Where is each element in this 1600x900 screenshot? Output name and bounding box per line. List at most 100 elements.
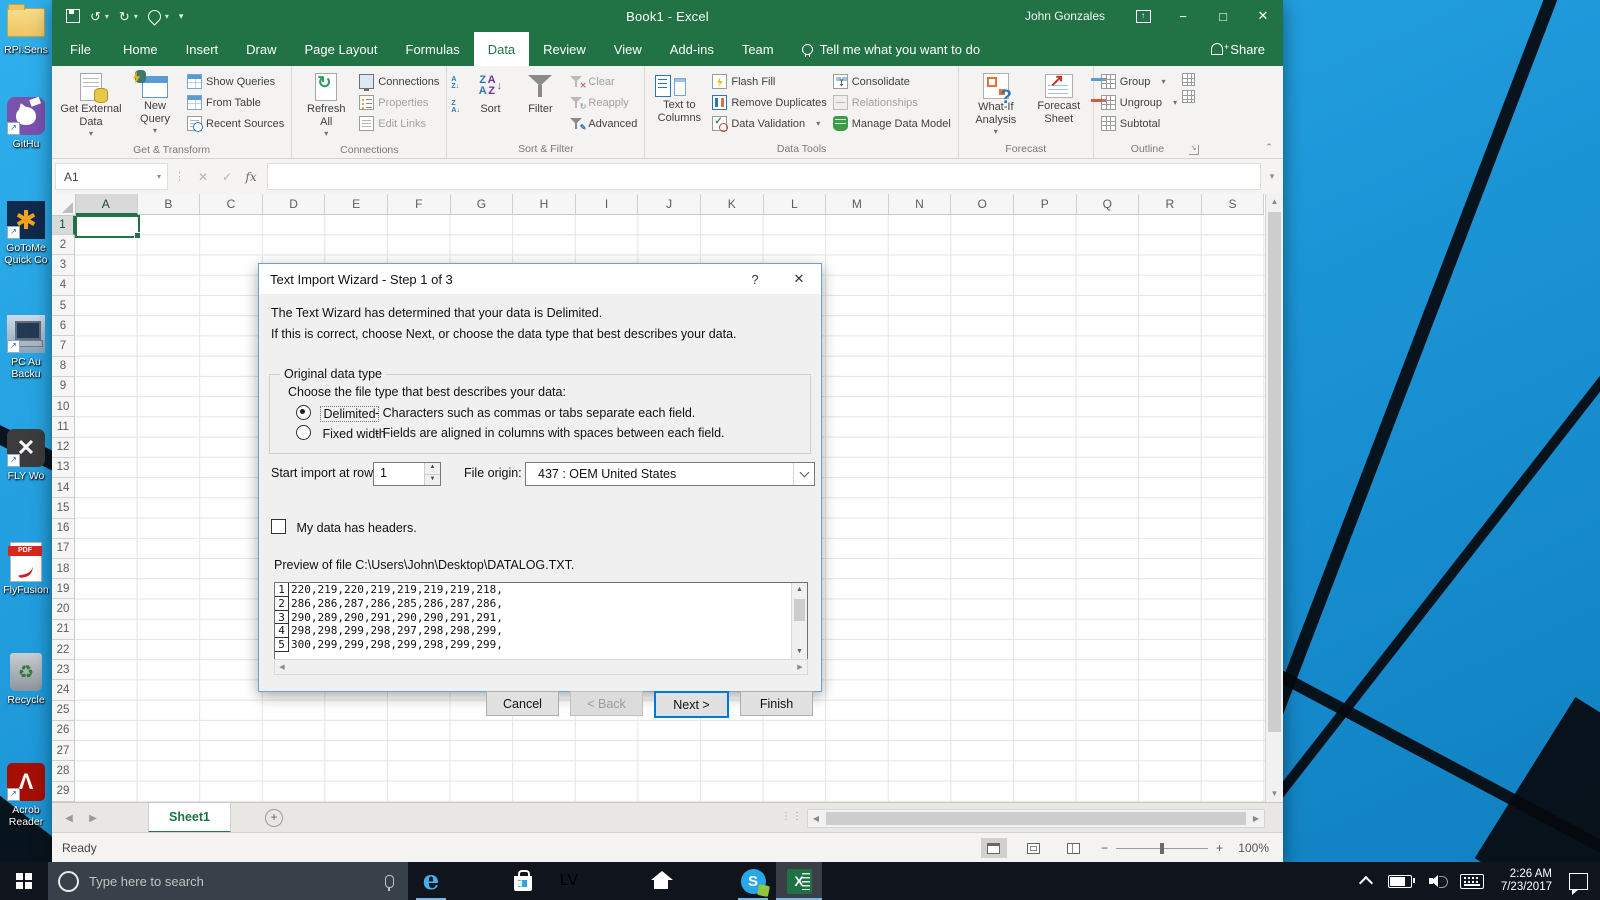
desktop-icon-acrobat-reader[interactable]: Λ↗AcrobReader: [0, 762, 52, 828]
column-header-h[interactable]: H: [513, 194, 576, 215]
minimize-button[interactable]: −: [1163, 0, 1203, 32]
what-if-analysis-button[interactable]: What-If Analysis▾: [963, 68, 1029, 141]
collapse-ribbon-button[interactable]: ⌃: [1261, 140, 1277, 154]
column-header-i[interactable]: I: [576, 194, 639, 215]
column-header-r[interactable]: R: [1139, 194, 1202, 215]
get-external-data-button[interactable]: Get External Data▾: [56, 68, 126, 143]
maximize-button[interactable]: □: [1203, 0, 1243, 32]
column-header-p[interactable]: P: [1014, 194, 1077, 215]
subtotal-button[interactable]: Subtotal: [1098, 113, 1180, 134]
forecast-sheet-button[interactable]: Forecast Sheet: [1029, 68, 1089, 127]
formula-input[interactable]: [267, 163, 1261, 190]
row-header-25[interactable]: 25: [52, 701, 75, 721]
preview-horizontal-scrollbar[interactable]: ◀ ▶: [274, 659, 808, 675]
tab-home[interactable]: Home: [109, 32, 172, 66]
taskbar-app-edge[interactable]: [408, 862, 454, 900]
preview-scroll-down-icon[interactable]: ▼: [792, 645, 807, 659]
expand-formula-bar-icon[interactable]: ▾: [1261, 171, 1283, 182]
desktop-icon-gotomeeting-quick-connect[interactable]: ✱↗GoToMeQuick Co: [0, 200, 52, 266]
tab-scroll-grip[interactable]: ⋮⋮: [781, 811, 803, 822]
dialog-titlebar[interactable]: Text Import Wizard - Step 1 of 3 ? ✕: [259, 264, 821, 294]
recent-sources-button[interactable]: Recent Sources: [184, 113, 287, 134]
next-button[interactable]: Next >: [654, 691, 729, 718]
taskbar-app-store[interactable]: [500, 862, 546, 900]
flash-fill-button[interactable]: Flash Fill: [709, 71, 829, 92]
tab-formulas[interactable]: Formulas: [392, 32, 474, 66]
share-button[interactable]: Share: [1193, 32, 1283, 66]
touch-keyboard-icon[interactable]: [1460, 874, 1484, 889]
file-origin-dropdown[interactable]: 437 : OEM United States: [525, 462, 815, 486]
file-preview-box[interactable]: 1220,219,220,219,219,219,219,218,2286,28…: [274, 582, 808, 660]
row-header-1[interactable]: 1: [52, 215, 75, 235]
row-header-6[interactable]: 6: [52, 316, 75, 336]
from-table-button[interactable]: From Table: [184, 92, 287, 113]
show-hidden-icons-chevron[interactable]: [1359, 876, 1373, 890]
row-header-22[interactable]: 22: [52, 640, 75, 660]
desktop-icon-flyfusion-pdf[interactable]: PDFFlyFusion: [0, 542, 52, 596]
cancel-entry-icon[interactable]: ✕: [191, 170, 215, 184]
row-header-21[interactable]: 21: [52, 620, 75, 640]
column-header-q[interactable]: Q: [1077, 194, 1140, 215]
ribbon-display-options-button[interactable]: ↑: [1123, 0, 1163, 32]
row-header-19[interactable]: 19: [52, 579, 75, 599]
tab-view[interactable]: View: [600, 32, 656, 66]
column-header-k[interactable]: K: [701, 194, 764, 215]
column-header-o[interactable]: O: [951, 194, 1014, 215]
enter-entry-icon[interactable]: ✓: [215, 170, 239, 184]
taskbar-app-home[interactable]: [638, 862, 684, 900]
start-row-spinbox[interactable]: 1 ▲▼: [373, 462, 441, 486]
scroll-up-icon[interactable]: ▲: [1266, 194, 1283, 210]
row-header-17[interactable]: 17: [52, 539, 75, 559]
sort-descending-button[interactable]: ZA↓: [451, 100, 466, 114]
row-header-18[interactable]: 18: [52, 559, 75, 579]
column-header-g[interactable]: G: [451, 194, 514, 215]
zoom-level[interactable]: 100%: [1231, 841, 1269, 855]
manage-data-model-button[interactable]: Manage Data Model: [830, 113, 954, 134]
vertical-scrollbar[interactable]: ▲ ▼: [1265, 194, 1283, 802]
column-header-b[interactable]: B: [138, 194, 201, 215]
tell-me-box[interactable]: Tell me what you want to do: [788, 32, 994, 66]
preview-scroll-up-icon[interactable]: ▲: [792, 583, 807, 597]
scroll-left-icon[interactable]: ◀: [808, 810, 824, 827]
taskbar-search[interactable]: Type here to search: [48, 862, 408, 900]
new-sheet-button[interactable]: +: [259, 803, 289, 833]
tab-file[interactable]: File: [52, 32, 109, 66]
zoom-in-button[interactable]: +: [1216, 841, 1223, 855]
taskbar-app-lv-app[interactable]: LV: [546, 862, 592, 900]
dialog-help-button[interactable]: ?: [733, 264, 777, 294]
column-header-a[interactable]: A: [75, 194, 138, 215]
text-to-columns-button[interactable]: Text to Columns: [649, 68, 709, 126]
page-break-view-button[interactable]: [1061, 838, 1087, 858]
page-layout-view-button[interactable]: [1021, 838, 1047, 858]
touch-mode-icon[interactable]: [145, 7, 163, 25]
tab-review[interactable]: Review: [529, 32, 600, 66]
group-button[interactable]: Group ▾: [1098, 71, 1180, 92]
refresh-all-button[interactable]: Refresh All▾: [296, 68, 356, 143]
column-header-n[interactable]: N: [889, 194, 952, 215]
action-center-icon[interactable]: [1569, 873, 1588, 890]
insert-function-icon[interactable]: fx: [239, 170, 263, 184]
preview-scroll-left-icon[interactable]: ◀: [275, 660, 289, 674]
dropdown-chevron-icon[interactable]: [793, 463, 814, 485]
advanced-filter-button[interactable]: ✎Advanced: [566, 113, 640, 134]
column-header-s[interactable]: S: [1202, 194, 1265, 215]
taskbar-clock[interactable]: 2:26 AM 7/23/2017: [1501, 868, 1552, 894]
tab-team[interactable]: Team: [728, 32, 788, 66]
horizontal-scrollbar[interactable]: ◀ ▶: [807, 809, 1265, 828]
name-box-dropdown-icon[interactable]: ▾: [157, 172, 167, 181]
column-header-j[interactable]: J: [638, 194, 701, 215]
filter-button[interactable]: Filter: [514, 68, 566, 118]
desktop-icon-fly-world[interactable]: ✕↗FLY Wo: [0, 428, 52, 482]
column-header-f[interactable]: F: [388, 194, 451, 215]
row-header-5[interactable]: 5: [52, 296, 75, 316]
signed-in-user[interactable]: John Gonzales: [1025, 9, 1105, 23]
row-header-4[interactable]: 4: [52, 276, 75, 296]
sheet-tab-sheet1[interactable]: Sheet1: [148, 803, 231, 833]
column-header-m[interactable]: M: [826, 194, 889, 215]
data-validation-button[interactable]: Data Validation ▾: [709, 113, 829, 134]
customize-qat-icon[interactable]: ▾: [179, 10, 184, 23]
desktop-icon-github[interactable]: ↗GitHu: [0, 96, 52, 150]
connections-button[interactable]: Connections: [356, 71, 442, 92]
preview-scroll-thumb[interactable]: [794, 599, 805, 621]
row-header-16[interactable]: 16: [52, 519, 75, 539]
